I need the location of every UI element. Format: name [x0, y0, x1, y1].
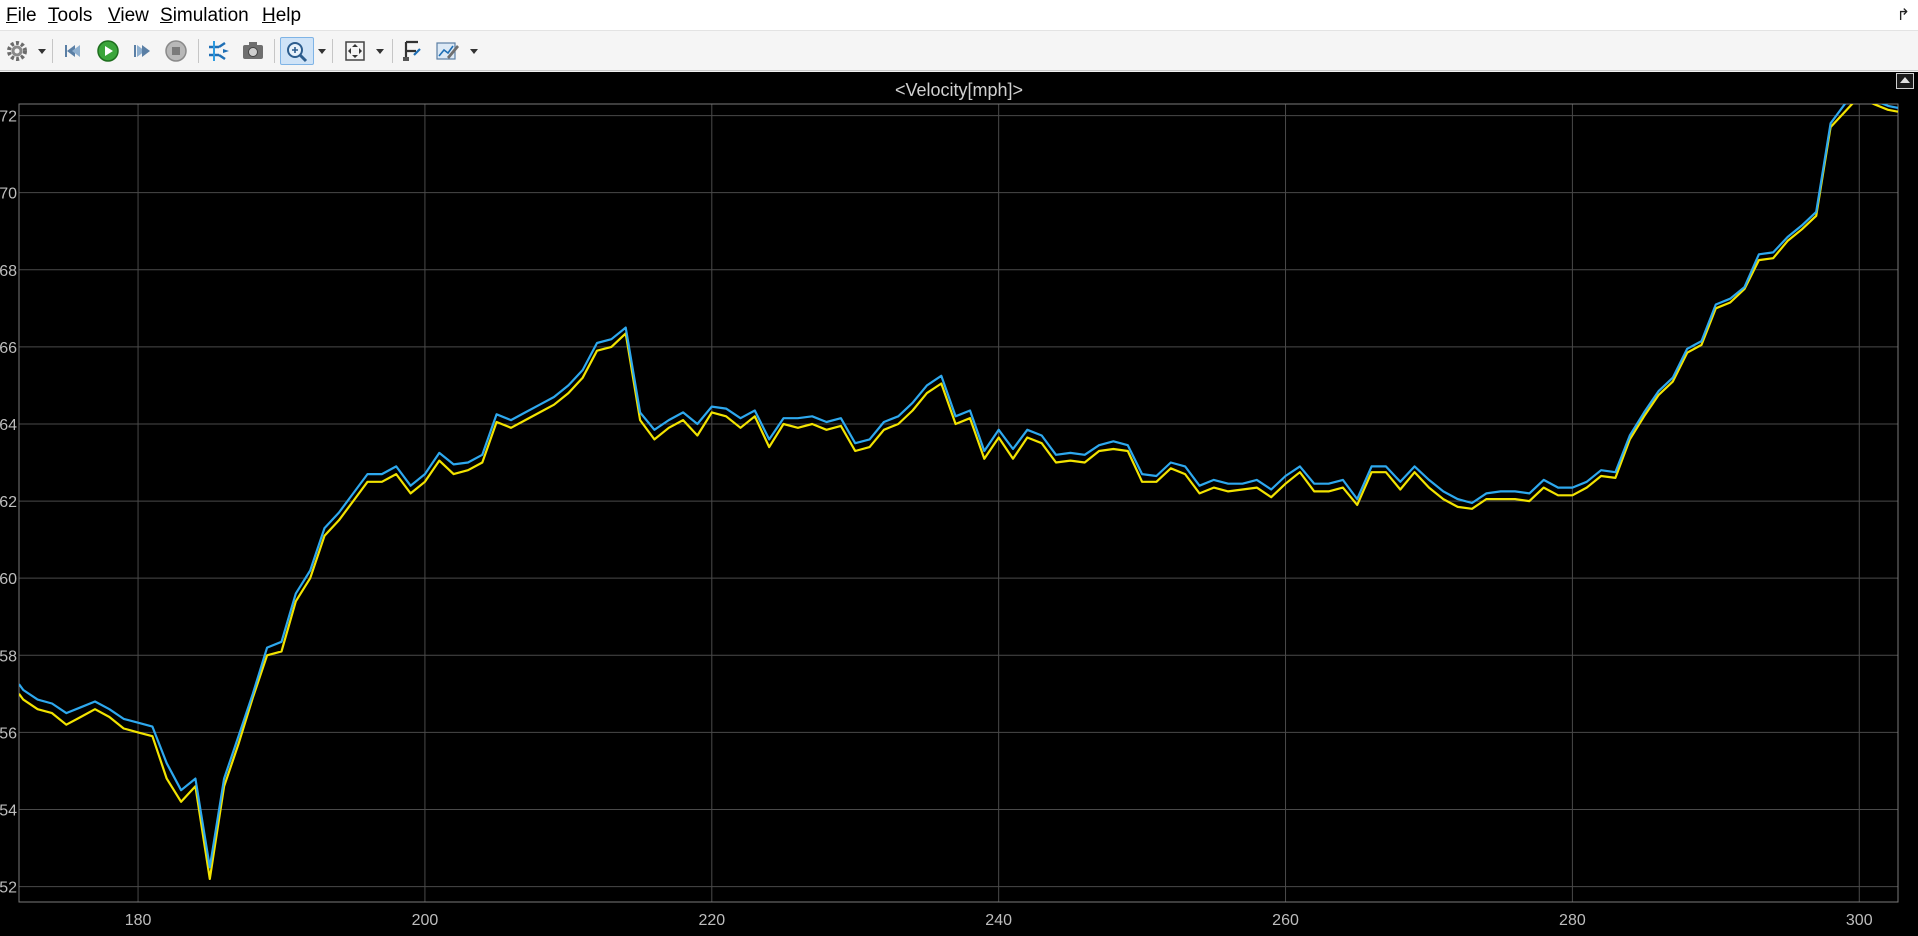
y-tick-label: 56 [0, 725, 17, 742]
x-tick-label: 220 [698, 912, 725, 929]
series-line-yellow [19, 104, 1898, 880]
y-tick-label: 66 [0, 340, 17, 357]
y-tick-label: 68 [0, 263, 17, 280]
y-tick-label: 64 [0, 417, 17, 434]
y-tick-label: 72 [0, 109, 17, 126]
series-line-blue [19, 104, 1898, 869]
x-tick-label: 300 [1846, 912, 1873, 929]
y-tick-label: 60 [0, 571, 17, 588]
y-tick-label: 62 [0, 494, 17, 511]
x-tick-label: 180 [125, 912, 152, 929]
y-tick-label: 54 [0, 802, 17, 819]
y-tick-label: 70 [0, 186, 17, 203]
x-tick-label: 240 [985, 912, 1012, 929]
y-tick-label: 58 [0, 648, 17, 665]
x-tick-label: 200 [412, 912, 439, 929]
y-tick-label: 52 [0, 880, 17, 897]
x-tick-label: 280 [1559, 912, 1586, 929]
x-tick-label: 260 [1272, 912, 1299, 929]
plot-frame [18, 103, 1899, 903]
velocity-plot[interactable]: 180 200 220 240 260 280 300 52 54 56 58 60 62 64 66 68 7… [0, 0, 1918, 936]
